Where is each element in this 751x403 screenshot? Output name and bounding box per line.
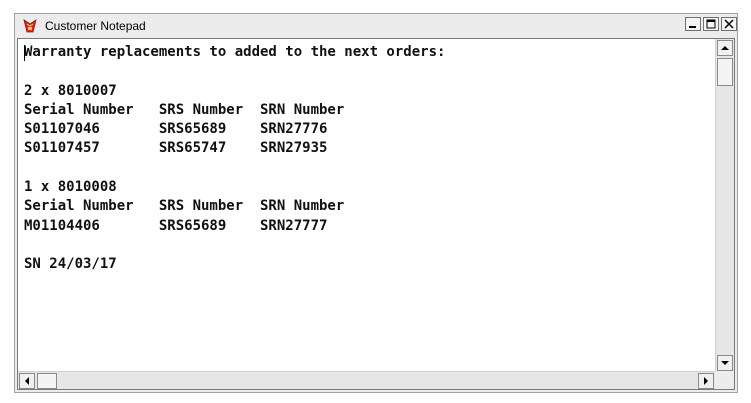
maximize-button[interactable] <box>703 17 719 31</box>
text-line: SN 24/03/17 <box>24 256 117 273</box>
document-text-area[interactable]: Warranty replacements to added to the ne… <box>18 39 715 372</box>
scrollbar-corner <box>715 371 734 389</box>
vertical-scroll-thumb[interactable] <box>717 58 733 86</box>
close-icon <box>724 19 734 29</box>
scroll-left-button[interactable] <box>19 373 35 389</box>
text-caret <box>24 45 25 61</box>
text-line <box>24 62 715 81</box>
editor-pane: Warranty replacements to added to the ne… <box>17 38 735 390</box>
notepad-app-icon[interactable] <box>22 18 38 34</box>
scroll-right-button[interactable] <box>698 373 714 389</box>
arrow-right-icon <box>704 377 708 385</box>
arrow-down-icon <box>721 361 729 365</box>
text-line: 1 x 8010008 <box>24 179 117 196</box>
horizontal-scroll-thumb[interactable] <box>37 373 57 389</box>
text-line: 2 x 8010007 <box>24 82 117 99</box>
minimize-button[interactable] <box>685 17 701 31</box>
scroll-down-button[interactable] <box>717 355 733 371</box>
text-line: S01107046 SRS65689 SRN27776 <box>24 121 328 138</box>
text-line: M01104406 SRS65689 SRN27777 <box>24 217 328 234</box>
text-line: S01107457 SRS65747 SRN27935 <box>24 140 328 157</box>
text-line: Serial Number SRS Number SRN Number <box>24 198 345 215</box>
text-line <box>24 236 715 255</box>
close-button[interactable] <box>721 17 737 31</box>
notepad-window: Customer Notepad Warranty replacements t… <box>14 13 738 393</box>
horizontal-scrollbar[interactable] <box>18 371 715 389</box>
text-line: Warranty replacements to added to the ne… <box>24 44 446 60</box>
vertical-scrollbar[interactable] <box>715 39 734 372</box>
scroll-up-button[interactable] <box>717 40 733 56</box>
title-bar[interactable]: Customer Notepad <box>15 14 737 38</box>
text-line: Serial Number SRS Number SRN Number <box>24 101 345 118</box>
text-line <box>24 159 715 178</box>
maximize-icon <box>706 19 716 29</box>
window-title: Customer Notepad <box>45 19 146 33</box>
arrow-left-icon <box>25 377 29 385</box>
minimize-icon <box>689 26 696 28</box>
arrow-up-icon <box>721 46 729 50</box>
